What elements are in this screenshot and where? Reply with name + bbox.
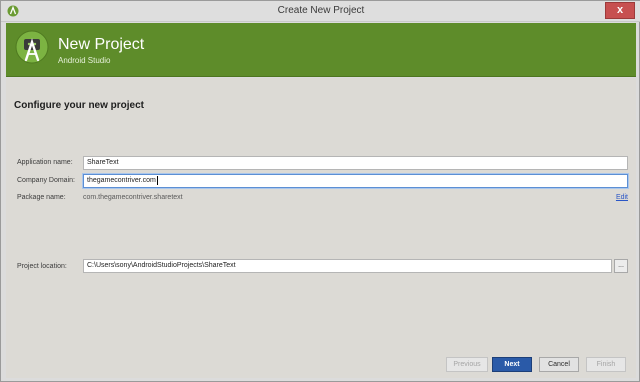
next-button[interactable]: Next (492, 357, 532, 372)
company-domain-value: thegamecontriver.com (87, 177, 156, 184)
finish-button[interactable]: Finish (586, 357, 626, 372)
android-studio-logo-icon (15, 30, 49, 64)
project-location-field[interactable]: C:\Users\sony\AndroidStudioProjects\Shar… (83, 259, 612, 273)
project-location-label: Project location: (17, 263, 67, 270)
company-domain-label: Company Domain: (17, 177, 75, 184)
project-location-value: C:\Users\sony\AndroidStudioProjects\Shar… (87, 262, 236, 269)
configure-panel: Configure your new project Application n… (6, 78, 636, 378)
text-caret (156, 175, 158, 185)
package-name-label: Package name: (17, 194, 66, 201)
application-name-label: Application name: (17, 159, 73, 166)
header-subtitle: Android Studio (58, 56, 111, 65)
window-title: Create New Project (277, 5, 365, 16)
title-bar[interactable]: Create New Project x (1, 1, 640, 22)
close-icon: x (616, 4, 624, 16)
header-title: New Project (58, 36, 145, 53)
section-title: Configure your new project (14, 100, 145, 111)
edit-package-link[interactable]: Edit (616, 194, 628, 201)
close-button[interactable]: x (605, 2, 635, 19)
previous-button[interactable]: Previous (446, 357, 488, 372)
company-domain-field[interactable]: thegamecontriver.com (83, 174, 628, 188)
header-banner: New Project Android Studio (6, 23, 636, 77)
cancel-button[interactable]: Cancel (539, 357, 579, 372)
application-name-value: ShareText (87, 159, 119, 166)
create-new-project-window: Create New Project x New Project Android… (0, 0, 640, 382)
browse-button[interactable]: ... (614, 259, 628, 273)
application-name-field[interactable]: ShareText (83, 156, 628, 170)
package-name-value: com.thegamecontriver.sharetext (83, 194, 183, 201)
